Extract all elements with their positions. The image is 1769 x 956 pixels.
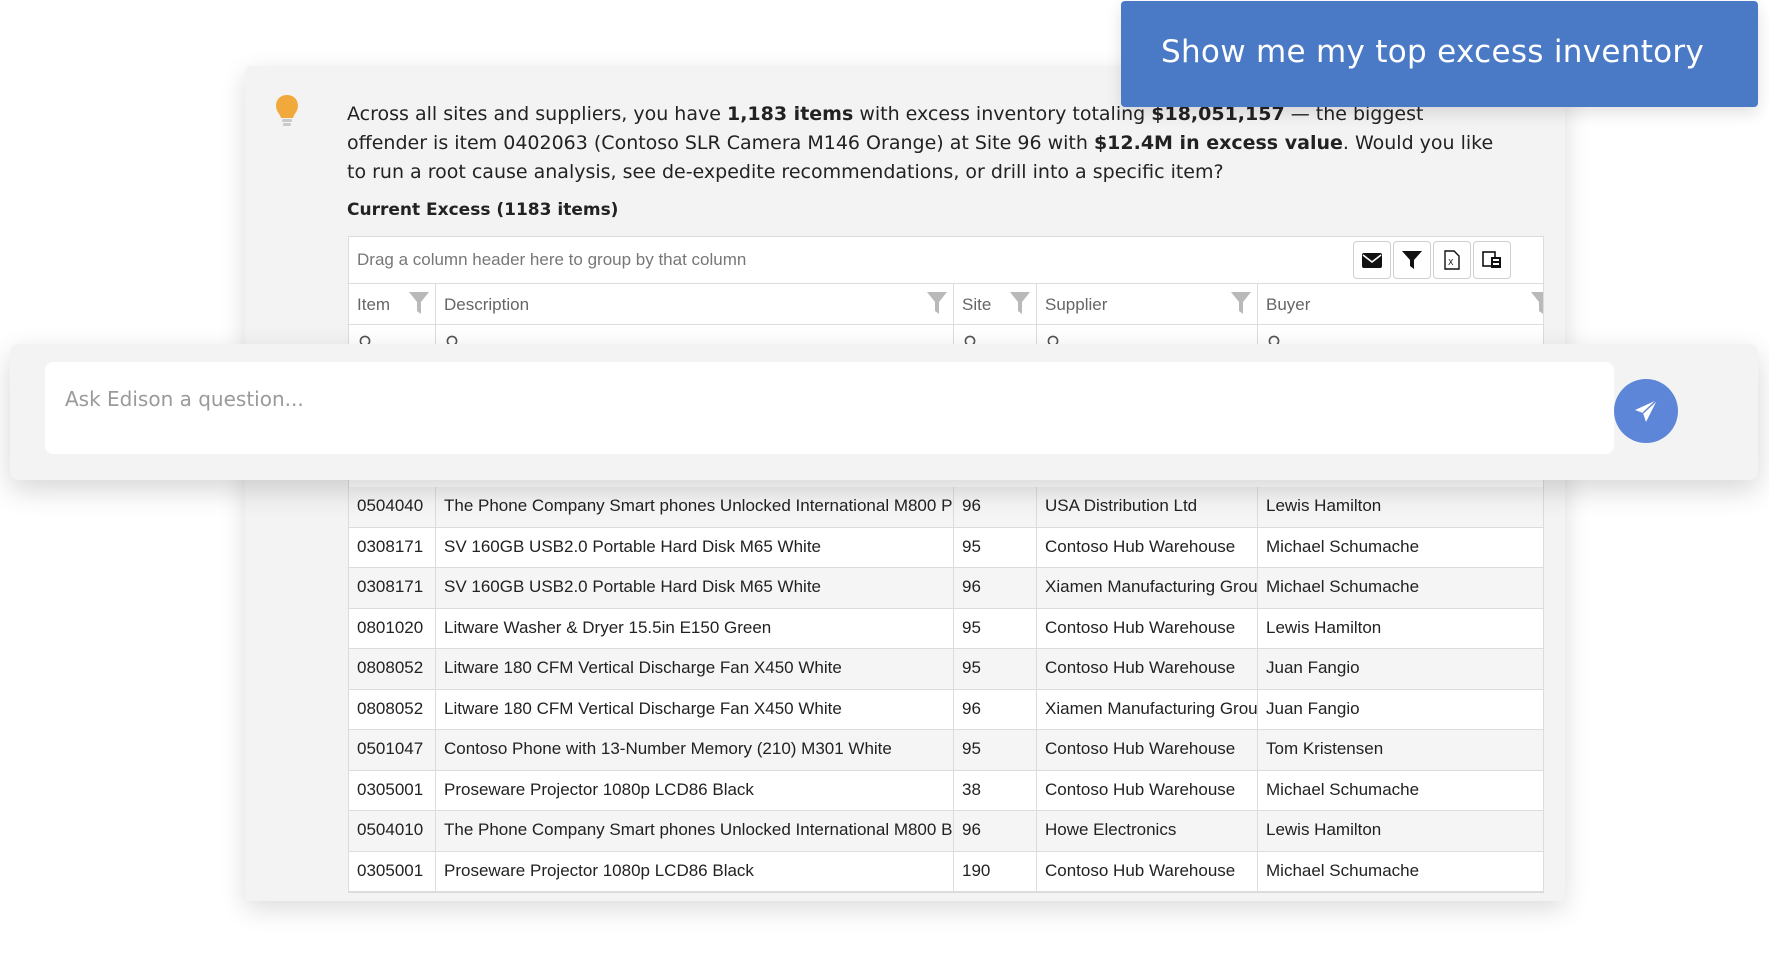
cell-description: Litware 180 CFM Vertical Discharge Fan X… — [436, 649, 954, 689]
cell-site: 96 — [954, 568, 1037, 608]
cell-supplier: Contoso Hub Warehouse — [1037, 730, 1258, 770]
column-filter-icon[interactable] — [1231, 292, 1251, 314]
cell-buyer: Juan Fangio — [1266, 698, 1360, 718]
cell-supplier: Contoso Hub Warehouse — [1037, 527, 1258, 567]
cell-buyer: Lewis Hamilton — [1266, 496, 1382, 515]
cell-item: 0501047 — [349, 730, 436, 770]
cell-item: 0808052 — [349, 689, 436, 729]
user-query-text: Show me my top excess inventory — [1161, 34, 1705, 70]
message-text: with excess inventory totaling — [853, 103, 1152, 125]
export-excel-icon: X — [1444, 250, 1460, 270]
group-by-panel[interactable]: Drag a column header here to group by th… — [349, 237, 1543, 284]
cell-supplier: Contoso Hub Warehouse — [1037, 770, 1258, 810]
column-header-supplier[interactable]: Supplier — [1037, 284, 1258, 325]
table-row[interactable]: 0308171 SV 160GB USB2.0 Portable Hard Dis… — [349, 527, 1543, 568]
cell-description: SV 160GB USB2.0 Portable Hard Disk M65 W… — [436, 527, 954, 567]
table-title: Current Excess (1183 items) — [347, 200, 619, 220]
cell-site: 38 — [954, 770, 1037, 810]
table-row[interactable]: 0808052 Litware 180 CFM Vertical Discharg… — [349, 689, 1543, 730]
table-row[interactable]: 0801020 Litware Washer & Dryer 15.5in E15… — [349, 608, 1543, 649]
cell-description: Contoso Phone with 13-Number Memory (210… — [436, 730, 954, 770]
cell-site: 96 — [954, 811, 1037, 851]
column-chooser-button[interactable] — [1473, 241, 1511, 279]
message-highlight: $12.4M in excess value — [1093, 132, 1343, 154]
column-filter-icon[interactable] — [1531, 292, 1544, 314]
cell-description: Litware 180 CFM Vertical Discharge Fan X… — [436, 689, 954, 729]
column-header-buyer[interactable]: Buyer — [1258, 284, 1543, 325]
cell-description: Proseware Projector 1080p LCD86 Black — [436, 770, 954, 810]
table-row[interactable]: 0808052 Litware 180 CFM Vertical Discharg… — [349, 649, 1543, 690]
cell-item: 0504010 — [349, 811, 436, 851]
cell-item: 0308171 — [349, 568, 436, 608]
filter-button[interactable] — [1393, 241, 1431, 279]
cell-description: The Phone Company Smart phones Unlocked … — [436, 811, 954, 851]
table-row[interactable]: 0305001 Proseware Projector 1080p LCD86 B… — [349, 770, 1543, 811]
cell-supplier: USA Distribution Ltd — [1037, 487, 1258, 527]
cell-site: 95 — [954, 527, 1037, 567]
cell-site: 95 — [954, 649, 1037, 689]
cell-description: SV 160GB USB2.0 Portable Hard Disk M65 W… — [436, 568, 954, 608]
column-filter-icon[interactable] — [1010, 292, 1030, 314]
assistant-message: Across all sites and suppliers, you have… — [347, 100, 1497, 187]
cell-buyer: Juan Fangio — [1266, 658, 1360, 677]
cell-item: 0305001 — [349, 770, 436, 810]
cell-buyer: Michael Schumache — [1266, 536, 1420, 556]
cell-site: 96 — [954, 487, 1037, 527]
cell-buyer: Michael Schumache — [1266, 860, 1420, 880]
cell-item: 0801020 — [349, 608, 436, 648]
cell-supplier: Contoso Hub Warehouse — [1037, 649, 1258, 689]
svg-text:X: X — [1448, 258, 1454, 267]
filter-icon — [1402, 251, 1422, 269]
table-row[interactable]: 0504010 The Phone Company Smart phones Un… — [349, 811, 1543, 852]
cell-item: 0308171 — [349, 527, 436, 567]
email-icon — [1362, 252, 1382, 268]
cell-buyer: Tom Kristensen — [1266, 739, 1384, 758]
message-highlight: 1,183 items — [726, 103, 854, 125]
table-row[interactable]: 0504040 The Phone Company Smart phones Un… — [349, 487, 1543, 528]
cell-description: The Phone Company Smart phones Unlocked … — [436, 487, 954, 527]
cell-buyer: Michael Schumache — [1266, 577, 1420, 596]
cell-site: 95 — [954, 608, 1037, 648]
lightbulb-icon — [276, 95, 298, 126]
column-header-item[interactable]: Item — [349, 284, 436, 325]
column-filter-icon[interactable] — [927, 292, 947, 314]
cell-supplier: Contoso Hub Warehouse — [1037, 608, 1258, 648]
cell-description: Litware Washer & Dryer 15.5in E150 Green — [436, 608, 954, 648]
table-row[interactable]: 0305001 Proseware Projector 1080p LCD86 B… — [349, 851, 1543, 892]
user-query-bubble: Show me my top excess inventory — [1121, 1, 1758, 107]
column-filter-icon[interactable] — [409, 292, 429, 314]
group-by-hint: Drag a column header here to group by th… — [357, 250, 747, 269]
cell-item: 0504040 — [349, 487, 436, 527]
cell-supplier: Xiamen Manufacturing Group — [1037, 689, 1258, 729]
cell-supplier: Contoso Hub Warehouse — [1037, 851, 1258, 891]
ask-panel — [10, 344, 1758, 480]
cell-site: 190 — [954, 851, 1037, 891]
column-header-description[interactable]: Description — [436, 284, 954, 325]
excess-inventory-grid: Drag a column header here to group by th… — [348, 236, 1544, 893]
cell-buyer: Lewis Hamilton — [1266, 820, 1382, 839]
cell-item: 0305001 — [349, 851, 436, 891]
export-excel-button[interactable]: X — [1433, 241, 1471, 279]
send-button[interactable] — [1614, 379, 1678, 443]
cell-supplier: Howe Electronics — [1037, 811, 1258, 851]
table-row[interactable]: 0501047 Contoso Phone with 13-Number Memo… — [349, 730, 1543, 771]
cell-buyer: Lewis Hamilton — [1266, 617, 1382, 637]
cell-site: 95 — [954, 730, 1037, 770]
cell-site: 96 — [954, 689, 1037, 729]
cell-buyer: Michael Schumache — [1266, 779, 1420, 799]
assistant-response-card: Across all sites and suppliers, you have… — [245, 66, 1565, 901]
column-chooser-icon — [1482, 251, 1501, 268]
cell-item: 0808052 — [349, 649, 436, 689]
cell-description: Proseware Projector 1080p LCD86 Black — [436, 851, 954, 891]
send-icon — [1635, 399, 1658, 422]
message-text: Across all sites and suppliers, you have — [347, 103, 727, 125]
cell-supplier: Xiamen Manufacturing Group — [1037, 568, 1258, 608]
ask-input[interactable] — [45, 362, 1614, 454]
grid-body: 0504040 The Phone Company Smart phones Un… — [349, 487, 1543, 892]
column-header-site[interactable]: Site — [954, 284, 1037, 325]
email-button[interactable] — [1353, 241, 1391, 279]
table-row[interactable]: 0308171 SV 160GB USB2.0 Portable Hard Dis… — [349, 568, 1543, 609]
